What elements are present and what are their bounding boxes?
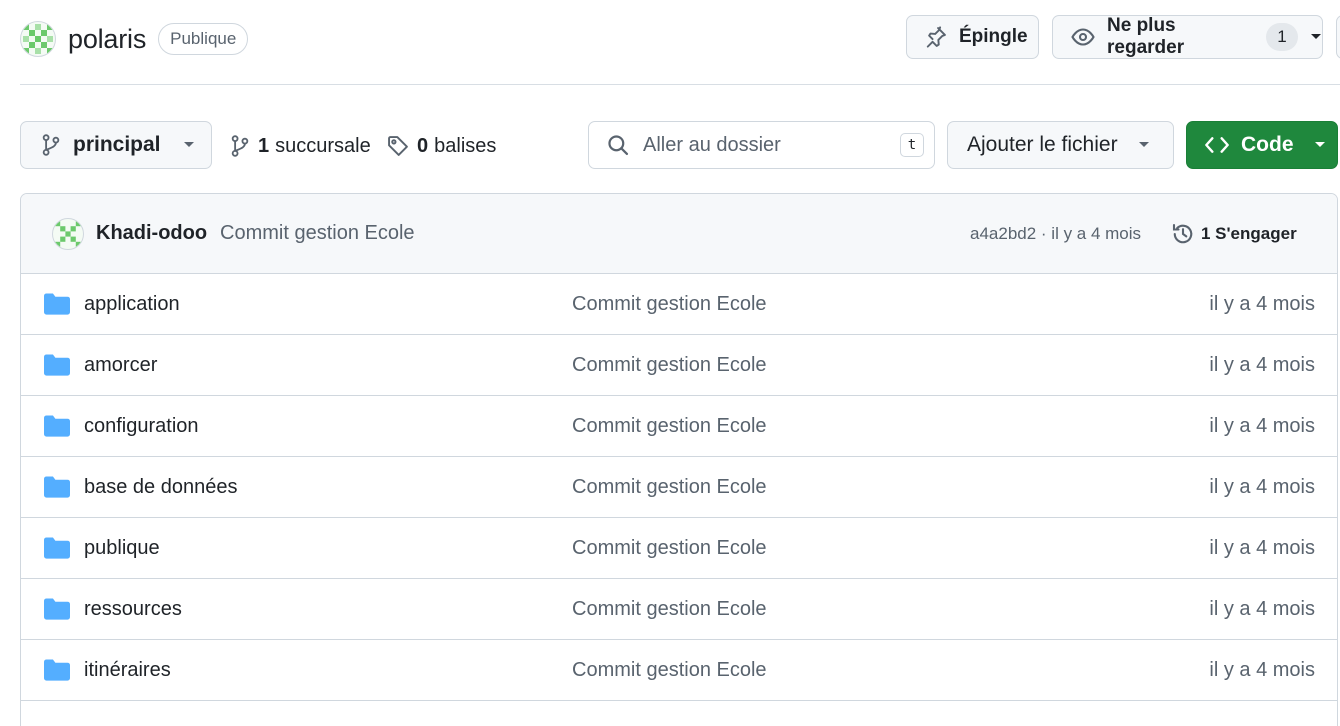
file-name[interactable]: ressources [84, 598, 182, 621]
file-row[interactable]: publique Commit gestion Ecole il y a 4 moi… [21, 518, 1337, 579]
search-icon [607, 134, 629, 156]
folder-icon [44, 293, 70, 315]
unwatch-label: Ne plus regarder [1107, 15, 1185, 58]
tags-link[interactable]: 0 balises [387, 127, 496, 165]
commit-history-label: 1 S'engager [1201, 223, 1297, 243]
code-button[interactable]: Code [1186, 121, 1338, 169]
repo-title: polaris Publique [20, 18, 249, 60]
git-branch-icon [41, 134, 61, 156]
file-commit-message[interactable]: Commit gestion Ecole [572, 415, 767, 438]
file-table: Khadi-odoo Commit gestion Ecole a4a2bd2 … [20, 193, 1338, 726]
file-name[interactable]: itinéraires [84, 659, 171, 682]
add-file-label: Ajouter le fichier [967, 133, 1118, 156]
unwatch-button[interactable]: Ne plus regarder 1 [1052, 15, 1323, 59]
commit-author[interactable]: Khadi-odoo [96, 222, 207, 245]
latest-commit-bar: Khadi-odoo Commit gestion Ecole a4a2bd2 … [21, 194, 1337, 274]
search-placeholder: Aller au dossier [643, 133, 781, 156]
tags-count: 0 [417, 134, 429, 157]
owner-avatar[interactable] [20, 21, 56, 57]
watchers-counter: 1 [1266, 23, 1298, 51]
repo-header: polaris Publique Épingle Ne plus regarde… [0, 0, 1340, 85]
file-row[interactable]: configuration Commit gestion Ecole il y a … [21, 396, 1337, 457]
commit-message[interactable]: Commit gestion Ecole [220, 222, 415, 245]
pin-label: Épingle [959, 26, 1028, 47]
file-name[interactable]: amorcer [84, 354, 157, 377]
file-row[interactable]: ressources Commit gestion Ecole il y a 4 m… [21, 579, 1337, 640]
folder-icon [44, 598, 70, 620]
file-commit-message[interactable]: Commit gestion Ecole [572, 537, 767, 560]
folder-icon [44, 354, 70, 376]
tag-icon [387, 135, 409, 157]
keyboard-shortcut-hint: t [900, 133, 924, 157]
pin-icon [925, 26, 947, 48]
repo-name[interactable]: polaris [68, 24, 146, 55]
file-commit-date: il y a 4 mois [1209, 658, 1315, 681]
file-rows: application Commit gestion Ecole il y a 4 … [21, 274, 1337, 701]
branches-label: succursale [275, 134, 371, 157]
file-row[interactable]: base de données Commit gestion Ecole il y … [21, 457, 1337, 518]
go-to-file-input[interactable]: Aller au dossier t [588, 121, 935, 169]
history-icon [1171, 222, 1195, 246]
repo-page: polaris Publique Épingle Ne plus regarde… [0, 0, 1340, 726]
visibility-badge: Publique [158, 23, 249, 55]
file-commit-date: il y a 4 mois [1209, 292, 1315, 315]
chevron-down-icon [1138, 141, 1150, 149]
file-commit-date: il y a 4 mois [1209, 475, 1315, 498]
file-commit-message[interactable]: Commit gestion Ecole [572, 476, 767, 499]
chevron-down-icon [1310, 33, 1322, 41]
file-name[interactable]: base de données [84, 476, 237, 499]
file-commit-date: il y a 4 mois [1209, 353, 1315, 376]
branch-name: principal [73, 133, 161, 156]
git-branch-icon [230, 135, 250, 157]
file-name[interactable]: publique [84, 537, 160, 560]
file-commit-date: il y a 4 mois [1209, 536, 1315, 559]
commit-history-link[interactable]: 1 S'engager [1171, 222, 1297, 246]
file-commit-message[interactable]: Commit gestion Ecole [572, 354, 767, 377]
identicon-icon [55, 220, 81, 247]
branch-selector[interactable]: principal [20, 121, 212, 169]
author-avatar[interactable] [52, 217, 84, 250]
file-commit-date: il y a 4 mois [1209, 597, 1315, 620]
commit-hash-time[interactable]: a4a2bd2 · il y a 4 mois [970, 224, 1141, 244]
file-name[interactable]: application [84, 293, 180, 316]
identicon-icon [23, 24, 53, 54]
file-row[interactable]: application Commit gestion Ecole il y a 4 … [21, 274, 1337, 335]
fork-button-partial[interactable] [1336, 15, 1340, 59]
pin-button[interactable]: Épingle [906, 15, 1039, 59]
file-commit-message[interactable]: Commit gestion Ecole [572, 598, 767, 621]
folder-icon [44, 476, 70, 498]
header-divider [20, 84, 1340, 85]
add-file-button[interactable]: Ajouter le fichier [947, 121, 1174, 169]
file-commit-message[interactable]: Commit gestion Ecole [572, 293, 767, 316]
eye-icon [1071, 25, 1095, 49]
file-name[interactable]: configuration [84, 415, 199, 438]
code-icon [1205, 135, 1229, 155]
file-row[interactable]: amorcer Commit gestion Ecole il y a 4 mois [21, 335, 1337, 396]
chevron-down-icon [1314, 141, 1326, 149]
folder-icon [44, 537, 70, 559]
file-row[interactable]: itinéraires Commit gestion Ecole il y a 4 … [21, 640, 1337, 701]
branches-link[interactable]: 1 succursale [230, 127, 371, 165]
chevron-down-icon [183, 141, 195, 149]
file-commit-date: il y a 4 mois [1209, 414, 1315, 437]
file-commit-message[interactable]: Commit gestion Ecole [572, 659, 767, 682]
code-label: Code [1241, 133, 1294, 156]
folder-icon [44, 415, 70, 437]
folder-icon [44, 659, 70, 681]
branches-count: 1 [258, 134, 270, 157]
tags-label: balises [434, 134, 497, 157]
